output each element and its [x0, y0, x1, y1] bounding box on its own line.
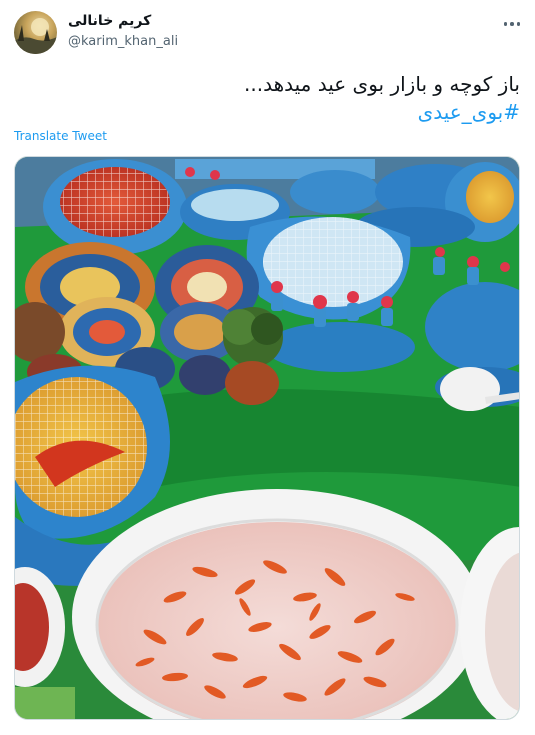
translate-tweet-link[interactable]: Translate Tweet: [14, 129, 107, 143]
avatar[interactable]: [14, 11, 57, 54]
hashtag-link[interactable]: #بوی_عیدی: [40, 98, 520, 126]
tweet-body: باز کوچه و بازار بوی عید میدهد...: [244, 72, 520, 96]
tweet-photo[interactable]: [14, 156, 520, 720]
dot: [503, 22, 508, 26]
tweet-text: باز کوچه و بازار بوی عید میدهد... #بوی_ع…: [40, 70, 520, 126]
author-name[interactable]: کریم خانالی: [68, 13, 151, 29]
author-handle[interactable]: @karim_khan_ali: [68, 34, 178, 49]
dot: [510, 22, 514, 26]
dot: [516, 22, 521, 26]
more-options-icon[interactable]: [500, 12, 524, 36]
